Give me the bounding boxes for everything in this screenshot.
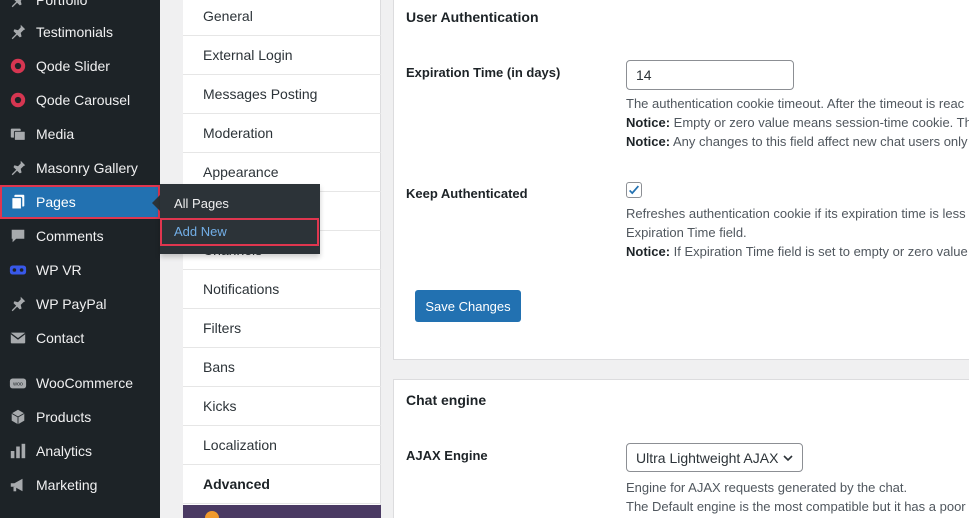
admin-sidebar: Portfolio Testimonials Qode Slider Qode … — [0, 0, 160, 518]
menu-label: Testimonials — [36, 24, 114, 40]
menu-label: Analytics — [36, 443, 93, 459]
tab-bans[interactable]: Bans — [183, 348, 381, 387]
menu-label: Qode Carousel — [36, 92, 131, 108]
pages-icon — [0, 193, 36, 211]
menu-item-wp-paypal[interactable]: WP PayPal — [0, 287, 160, 321]
menu-label: Media — [36, 126, 75, 142]
menu-label: Portfolio — [36, 0, 88, 8]
menu-item-testimonials[interactable]: Testimonials — [0, 15, 160, 49]
logo-icon — [205, 511, 219, 518]
mail-icon — [0, 329, 36, 347]
tab-localization[interactable]: Localization — [183, 426, 381, 465]
ajax-engine-value: Ultra Lightweight AJAX — [636, 449, 779, 466]
expiration-desc-line: The authentication cookie timeout. After… — [626, 96, 965, 111]
expiration-description: The authentication cookie timeout. After… — [626, 94, 969, 151]
keep-desc-line: Expiration Time field. — [626, 225, 747, 240]
settings-tab-list: General External Login Messages Posting … — [183, 0, 381, 518]
menu-label: WP VR — [36, 262, 82, 278]
box-icon — [0, 408, 36, 426]
menu-item-pages[interactable]: Pages — [0, 185, 160, 219]
keep-notice-line: Notice: If Expiration Time field is set … — [626, 244, 968, 259]
tab-notifications[interactable]: Notifications — [183, 270, 381, 309]
ajax-desc-line: The Default engine is the most compatibl… — [626, 499, 966, 514]
menu-item-media[interactable]: Media — [0, 117, 160, 151]
flyout-arrow — [152, 195, 160, 211]
circle-icon — [0, 91, 36, 109]
woo-icon: woo — [0, 374, 36, 392]
tab-kicks[interactable]: Kicks — [183, 387, 381, 426]
vr-icon — [0, 261, 36, 279]
menu-item-analytics[interactable]: Analytics — [0, 434, 160, 468]
ajax-desc-line: Engine for AJAX requests generated by th… — [626, 480, 908, 495]
pages-flyout-menu: All Pages Add New — [160, 184, 320, 254]
menu-label: Comments — [36, 228, 104, 244]
user-authentication-panel: User Authentication Expiration Time (in … — [393, 0, 969, 360]
megaphone-icon — [0, 476, 36, 494]
promo-banner — [183, 505, 381, 518]
menu-item-masonry-gallery[interactable]: Masonry Gallery — [0, 151, 160, 185]
ajax-engine-description: Engine for AJAX requests generated by th… — [626, 478, 966, 516]
expiration-time-label: Expiration Time (in days) — [406, 65, 561, 80]
menu-label: Pages — [36, 194, 76, 210]
menu-item-products[interactable]: Products — [0, 400, 160, 434]
save-changes-button[interactable]: Save Changes — [415, 290, 521, 322]
menu-label: Products — [36, 409, 92, 425]
chat-engine-panel: Chat engine AJAX Engine Ultra Lightweigh… — [393, 379, 969, 518]
menu-label: WP PayPal — [36, 296, 107, 312]
pin-icon — [0, 295, 36, 313]
tab-advanced[interactable]: Advanced — [183, 465, 381, 504]
menu-item-qode-carousel[interactable]: Qode Carousel — [0, 83, 160, 117]
chart-icon — [0, 442, 36, 460]
pin-icon — [0, 23, 36, 41]
ajax-engine-select[interactable]: Ultra Lightweight AJAX — [626, 443, 803, 472]
keep-authenticated-checkbox[interactable] — [626, 182, 642, 198]
menu-label: Contact — [36, 330, 85, 346]
pin-icon — [0, 159, 36, 177]
circle-icon — [0, 57, 36, 75]
section-title: User Authentication — [406, 9, 539, 25]
submenu-add-new[interactable]: Add New — [160, 218, 319, 246]
tab-filters[interactable]: Filters — [183, 309, 381, 348]
expiration-notice-line: Notice: Any changes to this field affect… — [626, 134, 968, 149]
menu-label: Masonry Gallery — [36, 160, 138, 176]
keep-authenticated-description: Refreshes authentication cookie if its e… — [626, 204, 969, 261]
expiration-notice-line: Notice: Empty or zero value means sessio… — [626, 115, 969, 130]
pin-icon — [0, 0, 36, 9]
chevron-down-icon — [783, 455, 793, 462]
expiration-time-input[interactable] — [626, 60, 794, 90]
menu-label: Marketing — [36, 477, 98, 493]
media-icon — [0, 125, 36, 143]
ajax-engine-label: AJAX Engine — [406, 448, 488, 463]
tab-general[interactable]: General — [183, 0, 381, 36]
tab-external-login[interactable]: External Login — [183, 36, 381, 75]
checkmark-icon — [629, 185, 640, 195]
tab-messages-posting[interactable]: Messages Posting — [183, 75, 381, 114]
menu-label: WooCommerce — [36, 375, 133, 391]
menu-item-qode-slider[interactable]: Qode Slider — [0, 49, 160, 83]
keep-authenticated-label: Keep Authenticated — [406, 186, 528, 201]
menu-item-contact[interactable]: Contact — [0, 321, 160, 355]
svg-text:woo: woo — [12, 382, 23, 388]
menu-item-wp-vr[interactable]: WP VR — [0, 253, 160, 287]
section-title: Chat engine — [406, 392, 487, 408]
comments-icon — [0, 227, 36, 245]
submenu-all-pages[interactable]: All Pages — [160, 190, 320, 218]
menu-item-marketing[interactable]: Marketing — [0, 468, 160, 502]
tab-moderation[interactable]: Moderation — [183, 114, 381, 153]
menu-item-woocommerce[interactable]: woo WooCommerce — [0, 366, 160, 400]
menu-item-comments[interactable]: Comments — [0, 219, 160, 253]
menu-label: Qode Slider — [36, 58, 110, 74]
keep-desc-line: Refreshes authentication cookie if its e… — [626, 206, 969, 221]
